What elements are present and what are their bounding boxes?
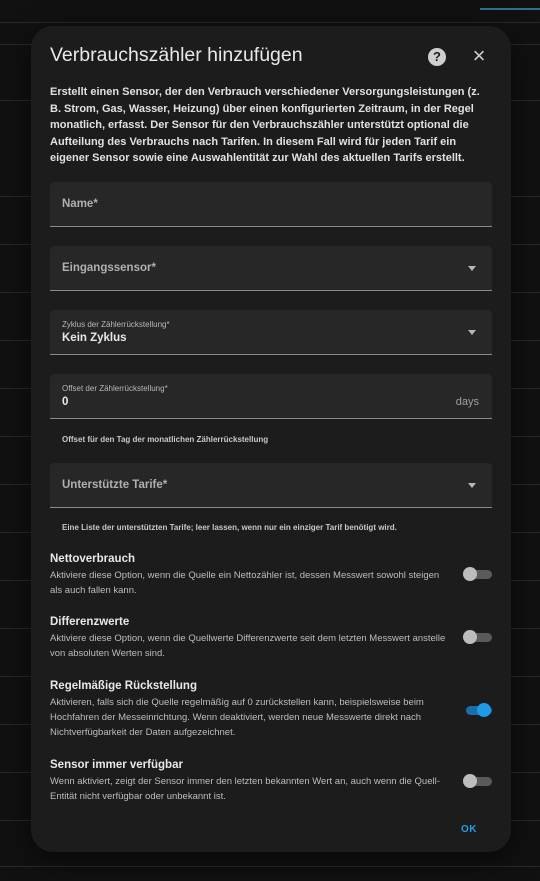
add-utility-meter-dialog: Verbrauchszähler hinzufügen ? × Erstellt… [31, 26, 511, 852]
dialog-description: Erstellt einen Sensor, der den Verbrauch… [50, 86, 480, 164]
reset-offset-value: 0 [62, 396, 69, 408]
option-title-delta-values: Differenzwerte [50, 616, 130, 628]
toggle-periodic-reset[interactable] [463, 703, 492, 717]
dropdown-arrow-icon [468, 330, 476, 335]
tariffs-label: Unterstützte Tarife* [62, 479, 168, 491]
reset-offset-label: Offset der Zählerrückstellung* [62, 384, 168, 393]
reset-offset-helper: Offset für den Tag der monatlichen Zähle… [62, 435, 269, 444]
background-tab-indicator [480, 8, 540, 10]
option-desc-periodic-reset: Aktivieren, falls sich die Quelle regelm… [50, 697, 424, 738]
reset-offset-unit: days [455, 396, 479, 408]
option-desc-delta-values: Aktiviere diese Option, wenn die Quellwe… [50, 633, 446, 659]
option-title-always-available: Sensor immer verfügbar [50, 759, 183, 771]
reset-cycle-select[interactable]: Zyklus der Zählerrückstellung* Kein Zykl… [50, 310, 492, 355]
toggle-thumb [463, 774, 477, 788]
tariffs-select[interactable]: Unterstützte Tarife* [50, 463, 492, 508]
input-sensor-label: Eingangssensor* [62, 262, 156, 274]
reset-cycle-value: Kein Zyklus [62, 332, 127, 344]
background-divider [0, 866, 540, 867]
dropdown-arrow-icon [468, 483, 476, 488]
ok-button[interactable]: OK [461, 824, 477, 835]
option-title-net-consumption: Nettoverbrauch [50, 553, 135, 565]
dialog-title: Verbrauchszähler hinzufügen [50, 44, 303, 66]
option-desc-always-available: Wenn aktiviert, zeigt der Sensor immer d… [50, 776, 440, 802]
toggle-net-consumption[interactable] [463, 567, 492, 581]
name-field[interactable]: Name* [50, 182, 492, 227]
name-field-label: Name* [62, 198, 98, 210]
help-circle-icon[interactable]: ? [428, 48, 446, 66]
toggle-thumb [477, 703, 491, 717]
option-desc-net-consumption: Aktiviere diese Option, wenn die Quelle … [50, 570, 440, 596]
toggle-always-available[interactable] [463, 774, 492, 788]
tariffs-helper: Eine Liste der unterstützten Tarife; lee… [62, 523, 397, 532]
reset-cycle-label: Zyklus der Zählerrückstellung* [62, 320, 170, 329]
toggle-thumb [463, 630, 477, 644]
option-title-periodic-reset: Regelmäßige Rückstellung [50, 680, 197, 692]
close-icon[interactable]: × [469, 45, 489, 67]
toggle-delta-values[interactable] [463, 630, 492, 644]
background-divider [0, 22, 540, 23]
input-sensor-select[interactable]: Eingangssensor* [50, 246, 492, 291]
toggle-thumb [463, 567, 477, 581]
reset-offset-field[interactable]: Offset der Zählerrückstellung* 0 days [50, 374, 492, 419]
dropdown-arrow-icon [468, 266, 476, 271]
